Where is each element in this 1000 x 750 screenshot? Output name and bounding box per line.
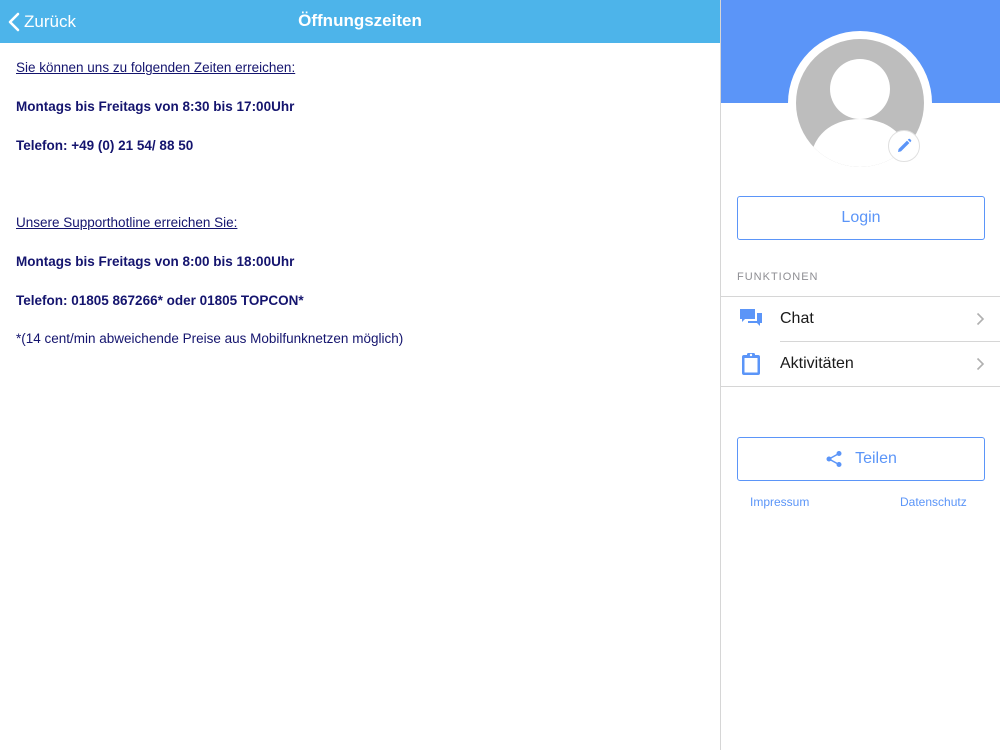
- pencil-icon: [898, 138, 912, 152]
- contact-hours-heading: Sie können uns zu folgenden Zeiten errei…: [16, 60, 296, 75]
- functions-menu: Chat Aktivitäten: [721, 296, 1000, 387]
- side-menu: Login FUNKTIONEN Chat Aktivitäten Teilen…: [720, 0, 1000, 750]
- main-panel: Zurück Öffnungszeiten Sie können uns zu …: [0, 0, 720, 750]
- office-hours-text: Montags bis Freitags von 8:30 bis 17:00U…: [16, 99, 295, 114]
- share-label: Teilen: [855, 450, 897, 467]
- share-icon: [826, 451, 842, 467]
- chevron-right-icon: [976, 357, 985, 371]
- app-screen: Zurück Öffnungszeiten Sie können uns zu …: [0, 0, 1000, 750]
- support-hours-text: Montags bis Freitags von 8:00 bis 18:00U…: [16, 254, 295, 269]
- menu-item-label: Chat: [780, 310, 814, 327]
- menu-item-chat[interactable]: Chat: [721, 297, 1000, 341]
- pricing-note: *(14 cent/min abweichende Preise aus Mob…: [16, 331, 404, 346]
- functions-section-label: FUNKTIONEN: [737, 271, 819, 283]
- support-phone-text: Telefon: 01805 867266* oder 01805 TOPCON…: [16, 293, 304, 308]
- login-button[interactable]: Login: [737, 196, 985, 240]
- clipboard-icon: [742, 353, 760, 375]
- edit-avatar-button[interactable]: [888, 130, 920, 162]
- menu-item-label: Aktivitäten: [780, 355, 854, 372]
- chat-icon: [740, 309, 762, 326]
- page-title: Öffnungszeiten: [298, 11, 422, 30]
- privacy-link[interactable]: Datenschutz: [900, 495, 967, 509]
- share-button[interactable]: Teilen: [737, 437, 985, 481]
- menu-divider: [721, 386, 1000, 387]
- navigation-bar: Zurück Öffnungszeiten: [0, 0, 720, 43]
- chevron-right-icon: [976, 312, 985, 326]
- impressum-link[interactable]: Impressum: [750, 495, 809, 509]
- menu-item-activities[interactable]: Aktivitäten: [721, 342, 1000, 386]
- office-phone-text: Telefon: +49 (0) 21 54/ 88 50: [16, 138, 194, 153]
- support-hotline-heading: Unsere Supporthotline erreichen Sie:: [16, 215, 238, 230]
